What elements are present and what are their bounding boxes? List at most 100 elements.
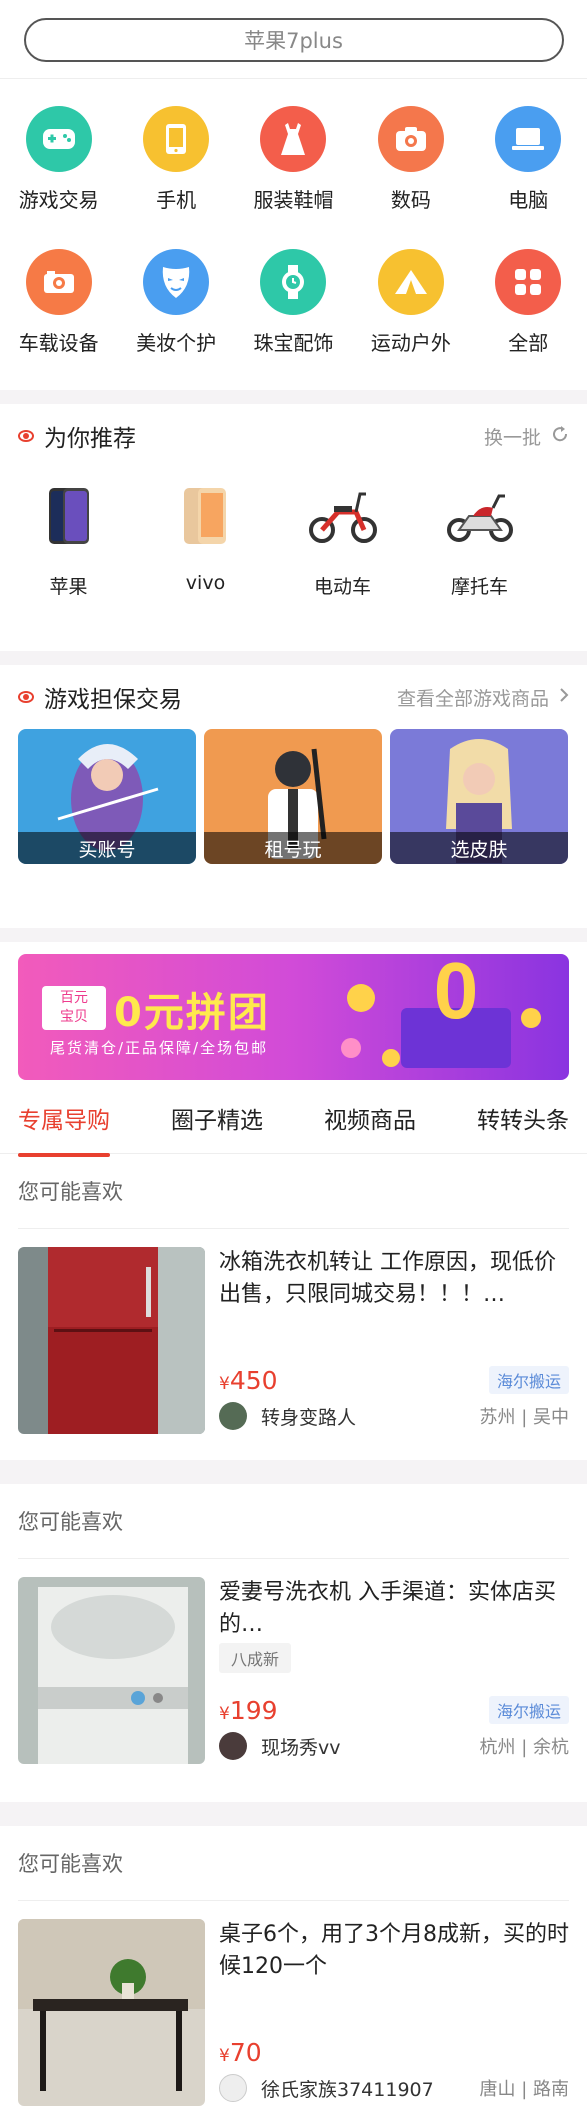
grid-icon [495,249,562,315]
gamepad-icon [25,106,92,172]
dress-icon [260,106,327,172]
avatar [219,2074,247,2102]
product-image-washer [18,1577,205,1764]
search-input[interactable]: 苹果7plus [23,18,564,62]
category-label: 运动户外 [370,331,451,355]
vivo-phone-icon [171,480,241,552]
game-card-label: 租号玩 [204,832,382,864]
category-phone[interactable]: 手机 [117,106,234,249]
feed-section-label: 您可能喜欢 [18,1180,123,1204]
category-beauty[interactable]: 美妆个护 [117,249,234,392]
view-all-games-link[interactable]: 查看全部游戏商品 [397,684,569,711]
tab-headlines[interactable]: 转转头条 [477,1101,569,1135]
category-car-device[interactable]: 车载设备 [0,249,117,392]
svg-text:0: 0 [434,958,479,1035]
product-card[interactable]: 桌子6个，用了3个月8成新，买的时候120一个 ¥70 徐氏家族37411907… [0,1901,587,2106]
feed-section-label: 您可能喜欢 [18,1510,123,1534]
feed-block: 您可能喜欢 冰箱洗衣机转让 工作原因，现低价出售，只限同城交易！！！… ¥450… [0,1154,587,1460]
seller-name: 徐氏家族37411907 [261,2078,434,2101]
category-computer[interactable]: 电脑 [470,106,587,249]
avatar [219,1732,247,1760]
game-card-buy-account[interactable]: 买账号 [18,729,196,864]
eye-icon [18,430,34,442]
tab-exclusive-guide[interactable]: 专属导购 [18,1101,110,1157]
category-label: 数码 [390,188,431,212]
category-label: 全部 [508,331,549,355]
category-game-trade[interactable]: 游戏交易 [0,106,117,249]
game-section: 游戏担保交易 查看全部游戏商品 买账号 租号玩 选皮肤 [0,665,587,928]
seller-name: 现场秀vv [261,1736,341,1759]
tab-video-products[interactable]: 视频商品 [324,1101,416,1135]
product-image-fridge [18,1247,205,1434]
product-card[interactable]: 冰箱洗衣机转让 工作原因，现低价出售，只限同城交易！！！… ¥450 海尔搬运 … [0,1229,587,1434]
product-title: 桌子6个，用了3个月8成新，买的时候120一个 [219,1922,569,1979]
motorcycle-icon [445,480,515,552]
category-label: 服装鞋帽 [253,188,334,212]
refresh-button[interactable]: 换一批 [484,423,569,450]
game-card-choose-skin[interactable]: 选皮肤 [390,729,568,864]
recommend-item-vivo[interactable]: vivo [137,468,274,644]
chevron-right-icon [559,686,569,708]
mask-icon [143,249,210,315]
iphone-icon [34,480,104,552]
recommend-label: 摩托车 [450,576,508,598]
ebike-icon [308,480,378,552]
category-label: 美妆个护 [136,331,217,355]
seller[interactable]: 现场秀vv [219,1732,341,1760]
product-tag: 海尔搬运 [488,1696,569,1724]
seller[interactable]: 徐氏家族37411907 [219,2074,434,2102]
condition-badge: 八成新 [219,1643,292,1673]
tab-circle-picks[interactable]: 圈子精选 [171,1101,263,1135]
group-buy-banner[interactable]: 百元 宝贝 0元拼团 尾货清仓/正品保障/全场包邮 0 [18,954,569,1080]
camera-icon [377,106,444,172]
recommend-item-motorcycle[interactable]: 摩托车 [411,468,548,644]
refresh-icon [551,425,569,448]
category-outdoor[interactable]: 运动户外 [352,249,469,392]
recommend-item-apple[interactable]: 苹果 [0,468,137,644]
category-label: 珠宝配饰 [253,331,334,355]
category-digital[interactable]: 数码 [352,106,469,249]
banner-title: 0元拼团 [114,990,270,1036]
refresh-label: 换一批 [483,426,541,449]
seller-name: 转身变路人 [261,1406,357,1429]
product-image-table [18,1919,205,2106]
phone-icon [143,106,210,172]
recommend-label: 苹果 [49,576,88,598]
feed-block: 您可能喜欢 桌子6个，用了3个月8成新，买的时候120一个 ¥70 徐氏家族37… [0,1826,587,2124]
banner-subtitle: 尾货清仓/正品保障/全场包邮 [50,1039,269,1057]
product-price: ¥70 [219,2037,262,2067]
product-card[interactable]: 爱妻号洗衣机 入手渠道：实体店买的… 八成新 ¥199 海尔搬运 现场秀vv 杭… [0,1559,587,1764]
section-title: 为你推荐 [44,426,136,452]
feed-section-label: 您可能喜欢 [18,1852,123,1876]
product-title: 爱妻号洗衣机 入手渠道：实体店买的… [219,1580,556,1637]
game-card-rent-account[interactable]: 租号玩 [204,729,382,864]
watch-icon [260,249,327,315]
banner-area: 百元 宝贝 0元拼团 尾货清仓/正品保障/全场包邮 0 [0,942,587,1082]
product-location: 唐山 | 路南 [479,2079,569,2100]
eye-icon [18,691,34,703]
banner-badge: 百元 宝贝 [42,986,106,1030]
seller[interactable]: 转身变路人 [219,1402,356,1430]
category-label: 车载设备 [18,331,99,355]
recommend-item-ebike[interactable]: 电动车 [274,468,411,644]
category-label: 电脑 [508,188,549,212]
zero-gift-illustration: 0 [341,958,541,1068]
view-all-label: 查看全部游戏商品 [396,687,549,710]
feed-tabs: 专属导购 圈子精选 视频商品 转转头条 [0,1082,587,1157]
car-camera-icon [25,249,92,315]
feed-block: 您可能喜欢 爱妻号洗衣机 入手渠道：实体店买的… 八成新 ¥199 海尔搬运 现… [0,1484,587,1802]
category-all[interactable]: 全部 [470,249,587,392]
product-tag: 海尔搬运 [488,1366,569,1394]
search-area: 苹果7plus [0,0,587,78]
product-price: ¥199 [219,1695,278,1725]
category-clothing[interactable]: 服装鞋帽 [235,106,352,249]
product-price: ¥450 [219,1365,278,1395]
category-jewelry[interactable]: 珠宝配饰 [235,249,352,392]
avatar [219,1402,247,1430]
game-card-label: 买账号 [18,832,196,864]
recommend-section: 为你推荐 换一批 苹果 vivo 电动车 摩托车 [0,404,587,651]
category-label: 手机 [156,188,197,212]
laptop-icon [495,106,562,172]
game-card-label: 选皮肤 [390,832,568,864]
recommend-label: vivo [185,572,226,594]
